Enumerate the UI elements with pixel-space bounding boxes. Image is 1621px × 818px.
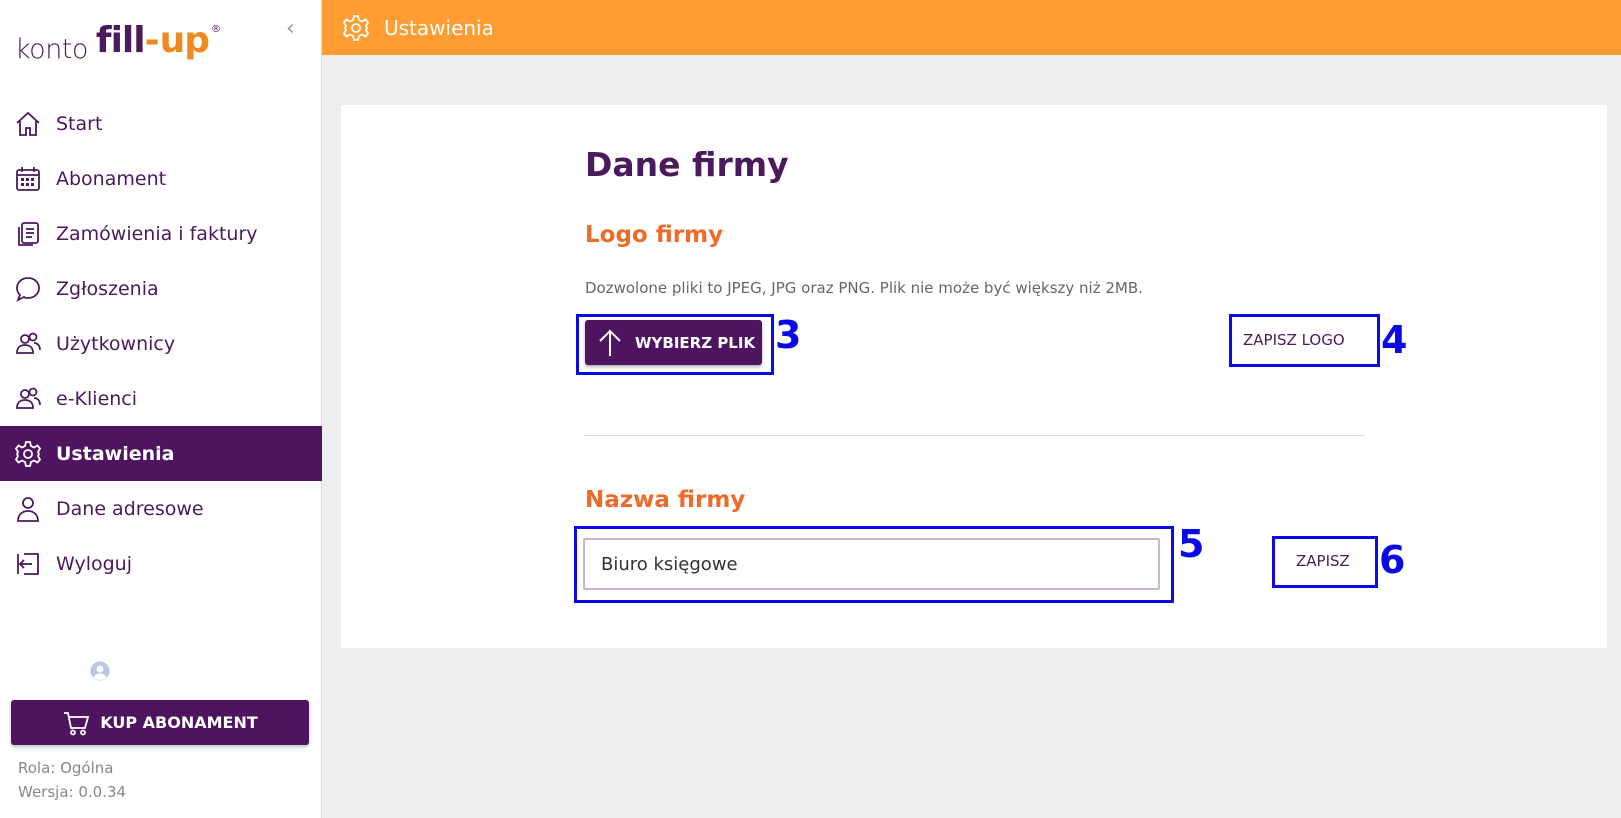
sidebar-item-label: Start (56, 112, 103, 135)
sidebar-item-label: Wyloguj (56, 552, 132, 575)
annotation-label-5: 5 (1178, 522, 1205, 566)
sidebar-item-ustawienia[interactable]: Ustawienia (0, 426, 322, 481)
buy-subscription-button[interactable]: KUP ABONAMENT (11, 700, 309, 745)
logo-up: up (159, 20, 210, 61)
annotation-label-6: 6 (1379, 538, 1406, 582)
page-title: Ustawienia (384, 15, 494, 40)
sidebar: konto fill - up ® ‹ Start Abonament Zamó… (0, 0, 322, 818)
users-icon (16, 387, 41, 409)
sidebar-item-label: Ustawienia (56, 442, 175, 465)
sidebar-item-wyloguj[interactable]: Wyloguj (0, 536, 322, 591)
sidebar-item-label: Dane adresowe (56, 497, 204, 520)
logo-section-heading: Logo firmy (585, 222, 724, 248)
logout-icon (17, 552, 39, 575)
logo-upload-hint: Dozwolone pliki to JPEG, JPG oraz PNG. P… (585, 279, 1143, 297)
logo-konto: konto (15, 34, 88, 65)
choose-file-button[interactable]: WYBIERZ PLIK (585, 320, 762, 365)
avatar-icon[interactable] (90, 661, 110, 681)
sidebar-item-label: Abonament (56, 167, 167, 190)
chat-bubble-icon (16, 276, 40, 302)
sidebar-item-e-klienci[interactable]: e-Klienci (0, 371, 322, 426)
sidebar-item-label: e-Klienci (56, 387, 138, 410)
section-divider (585, 435, 1365, 436)
gear-icon (342, 14, 370, 41)
sidebar-item-start[interactable]: Start (0, 96, 322, 151)
sidebar-item-uzytkownicy[interactable]: Użytkownicy (0, 316, 322, 371)
sidebar-nav: Start Abonament Zamówienia i faktury Zgł… (0, 96, 322, 591)
gear-icon (14, 440, 42, 467)
top-bar: Ustawienia (322, 0, 1621, 55)
sidebar-item-abonament[interactable]: Abonament (0, 151, 322, 206)
version-text: Wersja: 0.0.34 (18, 783, 127, 801)
annotation-label-3: 3 (775, 313, 802, 357)
users-icon (16, 332, 41, 354)
home-icon (16, 111, 40, 136)
cart-icon (64, 711, 90, 735)
sidebar-item-dane-adresowe[interactable]: Dane adresowe (0, 481, 322, 536)
sidebar-item-label: Użytkownicy (56, 332, 176, 355)
sidebar-item-label: Zgłoszenia (56, 277, 159, 300)
upload-arrow-icon (599, 329, 621, 356)
choose-file-label: WYBIERZ PLIK (635, 333, 756, 352)
documents-icon (18, 221, 39, 246)
save-logo-button[interactable]: ZAPISZ LOGO (1243, 331, 1345, 349)
sidebar-item-label: Zamówienia i faktury (56, 222, 258, 245)
role-text: Rola: Ogólna (18, 759, 114, 777)
company-name-input[interactable] (583, 538, 1160, 590)
calendar-icon (16, 166, 40, 191)
logo-dash: - (144, 20, 160, 61)
collapse-sidebar-icon[interactable]: ‹ (286, 16, 295, 41)
annotation-label-4: 4 (1381, 318, 1408, 362)
save-company-name-button[interactable]: ZAPISZ (1296, 552, 1350, 570)
logo-registered-mark: ® (210, 24, 221, 35)
logo-fill: fill (95, 20, 146, 61)
brand-logo[interactable]: konto fill - up ® (15, 20, 221, 65)
company-name-heading: Nazwa firmy (585, 487, 746, 513)
person-icon (17, 496, 39, 522)
buy-subscription-label: KUP ABONAMENT (100, 713, 258, 732)
sidebar-item-zgloszenia[interactable]: Zgłoszenia (0, 261, 322, 316)
section-title: Dane firmy (585, 145, 789, 184)
sidebar-item-zamowienia[interactable]: Zamówienia i faktury (0, 206, 322, 261)
